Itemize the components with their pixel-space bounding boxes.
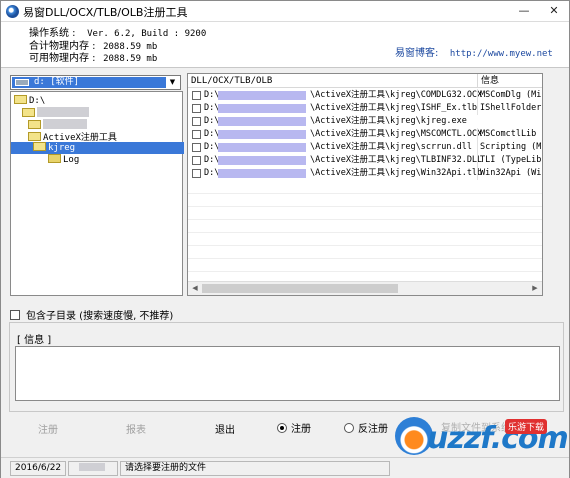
folder-open-icon (33, 142, 46, 151)
radio-unregister-indicator[interactable] (344, 423, 354, 433)
status-bar: 2016/6/22 请选择要注册的文件 (1, 457, 569, 478)
info-group-title: [ 信息 ] (15, 331, 54, 346)
tree-node-selected[interactable]: kjreg (11, 142, 184, 154)
status-pane-redacted (68, 461, 118, 476)
row-divider (188, 271, 542, 272)
folder-tree[interactable]: D:\ ActiveX注册工具 kjreg Log (10, 91, 184, 296)
table-row[interactable]: D:\ \ActiveX注册工具\kjreg\kjreg.exe (188, 115, 542, 128)
folder-open-icon (22, 108, 35, 117)
drive-icon (15, 79, 29, 86)
chevron-down-icon[interactable]: ▼ (166, 77, 179, 88)
column-header-info[interactable]: 信息 (477, 74, 542, 88)
scroll-right-icon[interactable]: ▶ (528, 282, 542, 295)
table-row[interactable]: D:\ \ActiveX注册工具\kjreg\TLBINF32.DLL TLI … (188, 154, 542, 167)
redacted-path (218, 117, 306, 126)
row-divider (188, 206, 542, 207)
table-row[interactable]: D:\ \ActiveX注册工具\kjreg\ISHF_Ex.tlb IShel… (188, 102, 542, 115)
title-bar: 易窗DLL/OCX/TLB/OLB注册工具 — ✕ (1, 1, 569, 22)
tree-node[interactable]: D:\ (14, 95, 45, 107)
folder-open-icon (28, 120, 41, 129)
row-checkbox[interactable] (192, 91, 201, 100)
exit-button[interactable]: 退出 (200, 421, 250, 436)
register-button[interactable]: 注册 (23, 421, 73, 436)
scrollbar-thumb[interactable] (202, 284, 398, 293)
forum-link[interactable]: 易窗博客: http://www.myew.net (395, 44, 553, 59)
tree-node[interactable] (28, 119, 87, 131)
row-divider (188, 219, 542, 220)
status-date: 2016/6/22 (10, 461, 66, 476)
table-row[interactable]: D:\ \ActiveX注册工具\kjreg\scrrun.dll Script… (188, 141, 542, 154)
horizontal-scrollbar[interactable]: ◀ ▶ (188, 281, 542, 295)
drive-label: d: [软件] (34, 77, 80, 87)
redacted-folder-name (43, 119, 87, 129)
folder-open-icon (14, 95, 27, 104)
redacted-path (218, 104, 306, 113)
available-memory-info: 可用物理内存 : 2088.59 mb (29, 49, 157, 64)
scroll-left-icon[interactable]: ◀ (188, 282, 202, 295)
include-subdirs-option[interactable]: 包含子目录 (搜索速度慢, 不推荐) (10, 307, 173, 322)
row-divider (188, 245, 542, 246)
row-checkbox[interactable] (192, 156, 201, 165)
include-subdirs-checkbox[interactable] (10, 310, 20, 320)
table-row[interactable]: D:\ \ActiveX注册工具\kjreg\MSCOMCTL.OCX MSCo… (188, 128, 542, 141)
folder-open-icon (28, 132, 41, 141)
tree-node[interactable]: Log (48, 154, 79, 166)
forum-label: 易窗博客: (395, 48, 439, 59)
row-checkbox[interactable] (192, 117, 201, 126)
report-button[interactable]: 报表 (111, 421, 161, 436)
redacted-path (218, 130, 306, 139)
main-window: 易窗DLL/OCX/TLB/OLB注册工具 — ✕ 操作系统 : Ver. 6.… (0, 0, 570, 478)
redacted-folder-name (37, 107, 89, 117)
folder-icon (48, 154, 61, 163)
row-checkbox[interactable] (192, 143, 201, 152)
radio-register-indicator[interactable] (277, 423, 287, 433)
redacted-text (79, 463, 105, 471)
watermark-logo: uzzf.com 乐游下载 (395, 415, 569, 459)
forum-url[interactable]: http://www.myew.net (450, 49, 553, 59)
close-button[interactable]: ✕ (539, 1, 569, 21)
app-icon (6, 5, 19, 18)
redacted-path (218, 156, 306, 165)
row-checkbox[interactable] (192, 104, 201, 113)
info-textbox[interactable] (15, 346, 560, 401)
table-row[interactable]: D:\ \ActiveX注册工具\kjreg\COMDLG32.OCX MSCo… (188, 89, 542, 102)
minimize-button[interactable]: — (509, 1, 539, 21)
status-message: 请选择要注册的文件 (120, 461, 390, 476)
file-list[interactable]: DLL/OCX/TLB/OLB 信息 D:\ \ActiveX注册工具\kjre… (187, 73, 543, 296)
row-checkbox[interactable] (192, 130, 201, 139)
drive-select[interactable]: d: [软件] ▼ (10, 75, 181, 90)
row-divider (188, 193, 542, 194)
redacted-path (218, 91, 306, 100)
redacted-path (218, 169, 306, 178)
row-divider (188, 232, 542, 233)
tree-node[interactable] (22, 107, 89, 119)
available-memory-value: 2088.59 mb (103, 54, 158, 64)
radio-unregister[interactable]: 反注册 (344, 420, 388, 435)
row-divider (188, 258, 542, 259)
window-title: 易窗DLL/OCX/TLB/OLB注册工具 (23, 6, 188, 19)
table-row[interactable]: D:\ \ActiveX注册工具\kjreg\Win32Api.tlb Win3… (188, 167, 542, 180)
include-subdirs-label: 包含子目录 (搜索速度慢, 不推荐) (26, 311, 174, 322)
row-checkbox[interactable] (192, 169, 201, 178)
drive-selected: d: [软件] (12, 77, 166, 88)
redacted-path (218, 143, 306, 152)
system-info-panel: 操作系统 : Ver. 6.2, Build : 9200 合计物理内存 : 2… (1, 22, 569, 68)
column-header-file[interactable]: DLL/OCX/TLB/OLB (188, 74, 477, 88)
radio-register[interactable]: 注册 (277, 420, 311, 435)
available-memory-label: 可用物理内存 : (29, 53, 96, 64)
watermark-badge: 乐游下载 (505, 419, 548, 434)
